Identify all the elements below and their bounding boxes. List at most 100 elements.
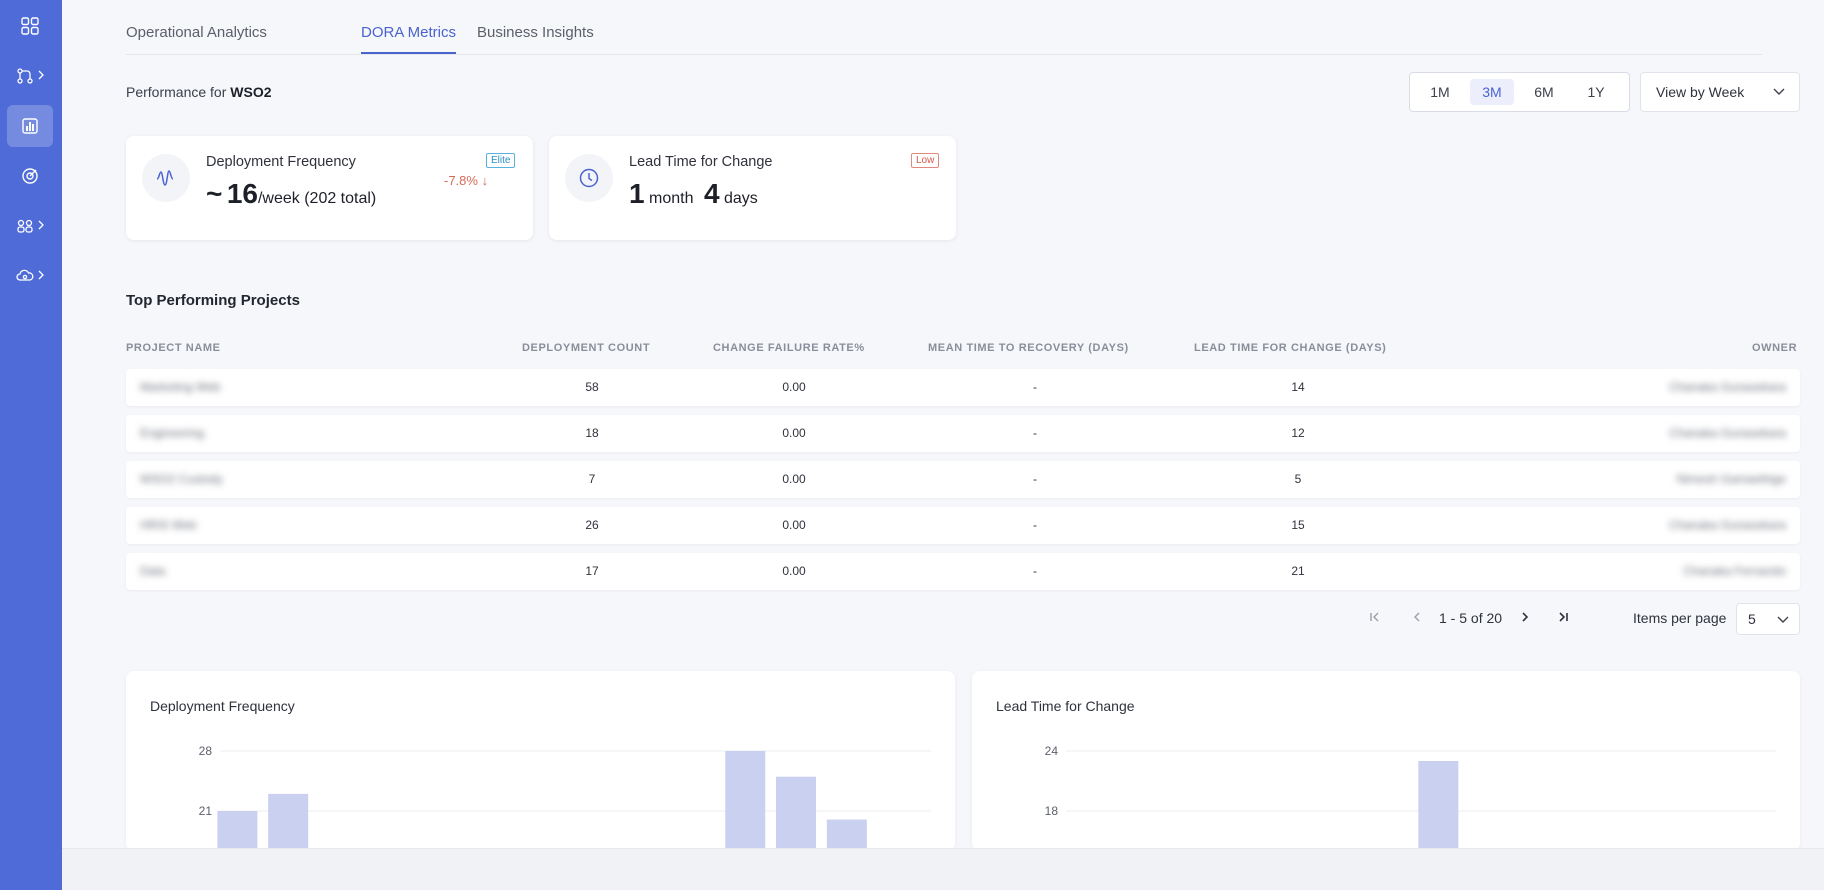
y-tick-label: 24 [1045, 744, 1059, 758]
y-tick-label: 28 [199, 744, 213, 758]
team-icon [17, 219, 33, 233]
kpi-approx: ~ [206, 178, 223, 209]
kpi-number: 16 [226, 178, 258, 209]
lead-time-cell: 14 [1291, 380, 1305, 394]
project-name-cell: Marketing Web [140, 380, 221, 394]
section-title: Top Performing Projects [126, 292, 300, 309]
target-icon [22, 168, 38, 184]
next-page-icon[interactable] [1519, 611, 1531, 623]
table-row[interactable]: WSO2 Custody 7 0.00 - 5 Nimesh Gamaethig… [126, 461, 1800, 498]
table-row[interactable]: Engineering 18 0.00 - 12 Chanaka Gunasek… [126, 415, 1800, 452]
kpi-months: 1 [629, 178, 645, 209]
kpi-days-unit: days [723, 190, 758, 207]
kpi-unit: /week (202 total) [257, 190, 377, 207]
cfr-cell: 0.00 [782, 380, 806, 394]
column-header-cfr: CHANGE FAILURE RATE% [713, 342, 865, 354]
performance-badge: Elite [486, 153, 516, 168]
table-row[interactable]: Data 17 0.00 - 21 Chanaka Fernando [126, 553, 1800, 590]
column-header-lead-time: LEAD TIME FOR CHANGE (DAYS) [1194, 342, 1387, 354]
column-header-deployments: DEPLOYMENT COUNT [522, 342, 651, 354]
pulse-icon [142, 154, 190, 202]
bar[interactable] [268, 793, 309, 851]
owner-cell: Chanaka Gunasekara [1669, 380, 1786, 394]
time-range-toggle: 1M 3M 6M 1Y [1409, 72, 1630, 112]
kpi-title: Deployment Frequency [206, 154, 356, 170]
project-name-cell: Engineering [140, 426, 205, 440]
deployment-count-cell: 58 [585, 380, 599, 394]
kpi-months-unit: month [649, 190, 694, 207]
view-by-select[interactable]: View by Week [1640, 72, 1800, 112]
range-6m-button[interactable]: 6M [1522, 79, 1566, 105]
y-tick-label: 21 [199, 804, 213, 818]
kpi-value: ~ 16/week (202 total) [206, 178, 376, 210]
tab-business-insights[interactable]: Business Insights [477, 24, 594, 41]
lead-time-plot: 1824 [1045, 744, 1776, 851]
range-3m-button[interactable]: 3M [1470, 79, 1514, 105]
sidebar-item-settings[interactable] [7, 255, 53, 297]
project-name-cell: HRIS Web [140, 518, 197, 532]
cloud-settings-icon [16, 269, 34, 281]
items-per-page-value: 5 [1748, 611, 1756, 627]
table-row[interactable]: HRIS Web 26 0.00 - 15 Chanaka Gunasekara [126, 507, 1800, 544]
sidebar-item-pull-requests[interactable] [7, 55, 53, 97]
sidebar [0, 0, 62, 890]
last-page-icon[interactable] [1557, 611, 1569, 623]
organization-name: WSO2 [230, 84, 272, 100]
mttr-cell: - [1033, 564, 1037, 578]
owner-cell: Chanaka Gunasekara [1669, 426, 1786, 440]
y-tick-label: 18 [1045, 804, 1059, 818]
owner-cell: Chanaka Gunasekara [1669, 518, 1786, 532]
main-content: Operational Analytics DORA Metrics Busin… [62, 0, 1824, 851]
deployment-frequency-chart: Deployment Frequency 21 28 [126, 671, 955, 851]
performance-label: Performance for WSO2 [126, 84, 272, 100]
mttr-cell: - [1033, 426, 1037, 440]
bar[interactable] [217, 811, 258, 851]
bar[interactable] [826, 819, 867, 851]
performance-prefix: Performance for [126, 84, 227, 100]
deployment-count-cell: 17 [585, 564, 599, 578]
cfr-cell: 0.00 [782, 564, 806, 578]
previous-page-icon[interactable] [1411, 611, 1423, 623]
sidebar-item-analytics[interactable] [7, 105, 53, 147]
chevron-right-icon [38, 70, 44, 80]
tab-dora-metrics[interactable]: DORA Metrics [361, 24, 456, 41]
performance-badge: Low [911, 153, 940, 168]
lead-time-card: Lead Time for Change Low 1 month 4 days [549, 136, 956, 240]
range-1m-button[interactable]: 1M [1418, 79, 1462, 105]
lead-time-cell: 5 [1294, 472, 1302, 486]
first-page-icon[interactable] [1369, 611, 1381, 623]
chevron-right-icon [38, 270, 44, 280]
tab-operational-analytics[interactable]: Operational Analytics [126, 24, 267, 41]
chevron-down-icon [1773, 88, 1785, 95]
bar[interactable] [725, 751, 766, 851]
deployment-count-cell: 18 [585, 426, 599, 440]
range-1y-button[interactable]: 1Y [1574, 79, 1618, 105]
sidebar-item-teams[interactable] [7, 205, 53, 247]
deployment-count-cell: 7 [588, 472, 596, 486]
items-per-page-select[interactable]: 5 [1736, 603, 1800, 635]
items-per-page-label: Items per page [1633, 610, 1727, 626]
deployment-frequency-card: Deployment Frequency Elite ~ 16/week (20… [126, 136, 533, 240]
clock-icon [565, 154, 613, 202]
lead-time-cell: 21 [1291, 564, 1305, 578]
lead-time-cell: 15 [1291, 518, 1305, 532]
chevron-right-icon [38, 220, 44, 230]
kpi-title: Lead Time for Change [629, 154, 773, 170]
mttr-cell: - [1033, 518, 1037, 532]
pagination-range: 1 - 5 of 20 [1439, 610, 1503, 626]
table-row[interactable]: Marketing Web 58 0.00 - 14 Chanaka Gunas… [126, 369, 1800, 406]
column-header-project: PROJECT NAME [126, 342, 221, 354]
project-name-cell: WSO2 Custody [140, 472, 223, 486]
owner-cell: Nimesh Gamaethige [1676, 472, 1786, 486]
git-branch-icon [17, 68, 33, 84]
column-header-mttr: MEAN TIME TO RECOVERY (DAYS) [928, 342, 1129, 354]
sidebar-item-dashboard[interactable] [7, 5, 53, 47]
cfr-cell: 0.00 [782, 518, 806, 532]
deployment-frequency-plot: 21 28 [199, 744, 931, 851]
bar[interactable] [1418, 761, 1459, 851]
mttr-cell: - [1033, 380, 1037, 394]
bar[interactable] [776, 776, 817, 851]
cfr-cell: 0.00 [782, 426, 806, 440]
sidebar-item-goals[interactable] [7, 155, 53, 197]
column-header-owner: OWNER [1752, 342, 1798, 354]
